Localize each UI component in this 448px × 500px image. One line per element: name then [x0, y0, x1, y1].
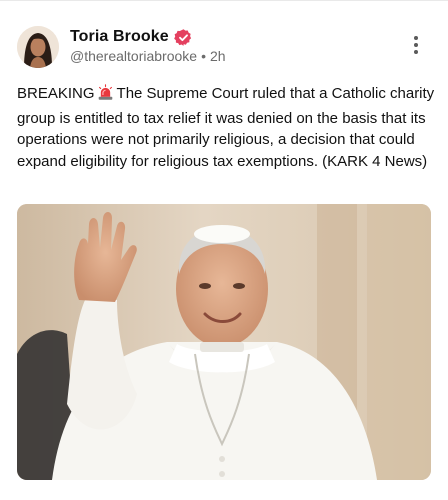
author-avatar[interactable] — [17, 26, 59, 68]
verified-badge-icon — [173, 28, 193, 47]
post-time[interactable]: 2h — [210, 48, 226, 64]
post-text-prefix: BREAKING — [17, 85, 95, 102]
more-vertical-icon-dot — [414, 50, 418, 54]
police-siren-emoji — [97, 84, 114, 108]
post-card: Toria Brooke @therealtoriabrooke • 2h BREA… — [0, 0, 448, 500]
author-meta: @therealtoriabrooke • 2h — [70, 48, 226, 64]
meta-separator: • — [201, 48, 206, 64]
avatar-image — [17, 26, 59, 68]
more-vertical-icon — [414, 36, 418, 40]
author-display-name[interactable]: Toria Brooke — [70, 28, 169, 46]
more-options-button[interactable] — [404, 32, 428, 58]
author-name-row: Toria Brooke — [70, 26, 193, 48]
more-vertical-icon-dot — [414, 43, 418, 47]
photo-of-man-in-white-vestments-waving — [17, 204, 431, 480]
post-text: BREAKING The Supreme Court ruled that a … — [17, 83, 437, 172]
post-photo[interactable] — [17, 204, 431, 480]
author-handle[interactable]: @therealtoriabrooke — [70, 48, 197, 64]
